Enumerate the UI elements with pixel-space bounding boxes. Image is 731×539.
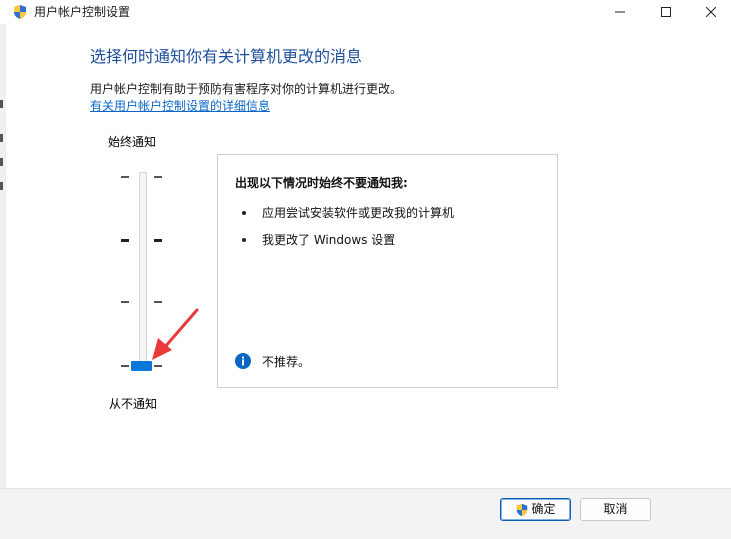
bullet-item: 应用尝试安装软件或更改我的计算机: [262, 206, 455, 220]
slider-tick: [154, 176, 162, 178]
background-mark: [0, 100, 3, 108]
not-recommended-note: 不推荐。: [262, 355, 311, 369]
maximize-button[interactable]: [643, 0, 689, 24]
description-text: 用户帐户控制有助于预防有害程序对你的计算机进行更改。: [90, 82, 403, 96]
slider-top-label: 始终通知: [108, 135, 157, 149]
slider-tick: [121, 239, 129, 242]
minimize-button[interactable]: [597, 0, 643, 24]
panel-heading: 出现以下情况时始终不要通知我:: [235, 176, 408, 190]
ok-button-label: 确定: [531, 502, 556, 516]
bullet-dot: [242, 211, 246, 215]
uac-settings-window: 用户帐户控制设置 选择何时通知你有关计算机更改的消息 用户帐户控制有助于预防有害…: [0, 0, 731, 539]
ok-button[interactable]: 确定: [500, 498, 571, 521]
bullet-dot: [242, 238, 246, 242]
close-button[interactable]: [688, 0, 731, 24]
notification-slider-track[interactable]: [139, 172, 147, 370]
minimize-icon: [615, 11, 625, 13]
slider-tick: [154, 239, 162, 242]
bullet-item: 我更改了 Windows 设置: [262, 233, 396, 247]
uac-shield-icon: [517, 503, 528, 516]
cancel-button-label: 取消: [603, 502, 628, 516]
maximize-icon: [661, 7, 671, 17]
slider-tick: [121, 365, 129, 367]
page-headline: 选择何时通知你有关计算机更改的消息: [90, 47, 363, 66]
title-bar[interactable]: 用户帐户控制设置: [0, 0, 731, 24]
slider-bottom-label: 从不通知: [109, 397, 158, 411]
background-mark: [0, 134, 3, 142]
background-mark: [0, 182, 3, 190]
slider-tick: [154, 365, 162, 367]
uac-shield-icon: [14, 5, 26, 19]
more-info-link[interactable]: 有关用户帐户控制设置的详细信息: [90, 98, 270, 114]
info-icon: [235, 353, 251, 369]
slider-tick: [154, 301, 162, 303]
notification-slider-thumb[interactable]: [131, 361, 152, 371]
cancel-button[interactable]: 取消: [580, 498, 651, 521]
slider-tick: [121, 301, 129, 303]
background-window-edge: [0, 0, 6, 538]
close-icon: [706, 7, 716, 17]
window-title: 用户帐户控制设置: [34, 5, 131, 19]
red-arrow-annotation: [152, 308, 199, 360]
setting-description-panel: 出现以下情况时始终不要通知我: 应用尝试安装软件或更改我的计算机 我更改了 Wi…: [217, 154, 558, 388]
background-mark: [0, 158, 3, 166]
slider-tick: [121, 176, 129, 178]
